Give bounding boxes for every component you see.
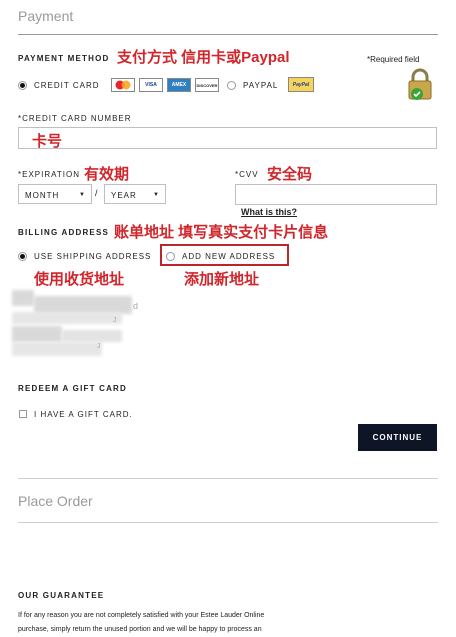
continue-button[interactable]: CONTINUE (358, 424, 437, 451)
cvv-input[interactable] (235, 184, 437, 205)
chevron-down-icon: ▼ (153, 192, 160, 198)
annotation-cvv: 安全码 (267, 166, 313, 183)
payment-method-label: PAYMENT METHOD (18, 54, 110, 63)
credit-card-radio-label: CREDIT CARD (34, 81, 100, 90)
card-number-input[interactable] (18, 127, 437, 149)
discover-logo: DISCOVER (195, 78, 219, 92)
billing-address-label: BILLING ADDRESS (18, 228, 110, 237)
cvv-label: *CVV (235, 170, 259, 179)
annotation-card-number: 卡号 (32, 133, 63, 150)
blurred-fragment: J (97, 343, 101, 350)
expiration-year-select[interactable]: YEAR ▼ (104, 184, 166, 204)
guarantee-title: OUR GUARANTEE (18, 591, 105, 600)
divider (18, 34, 438, 35)
blurred-fragment: J (113, 317, 117, 324)
gift-card-checkbox-label: I HAVE A GIFT CARD. (34, 410, 133, 419)
annotation-use-shipping: 使用收货地址 (34, 271, 125, 288)
annotation-expiration: 有效期 (84, 166, 130, 183)
paypal-radio-label: PAYPAL (243, 81, 279, 90)
gift-card-label: REDEEM A GIFT CARD (18, 384, 128, 393)
required-field-note: *Required field (367, 55, 420, 64)
mastercard-logo (111, 78, 135, 92)
cvv-help-link[interactable]: What is this? (241, 207, 297, 217)
use-shipping-address-radio[interactable] (18, 252, 27, 261)
place-order-section-title: Place Order (18, 493, 93, 509)
divider (18, 478, 438, 479)
gift-card-checkbox[interactable] (19, 410, 27, 418)
add-new-address-label: ADD NEW ADDRESS (182, 252, 276, 261)
guarantee-text-line-1: If for any reason you are not completely… (18, 612, 265, 619)
add-new-address-radio[interactable] (166, 252, 175, 261)
year-select-value: YEAR (111, 191, 137, 200)
chevron-down-icon: ▼ (79, 192, 86, 198)
visa-logo: VISA (139, 78, 163, 92)
divider (18, 522, 438, 523)
card-number-label: *CREDIT CARD NUMBER (18, 114, 132, 123)
blurred-fragment: d (133, 301, 139, 311)
payment-section-title: Payment (18, 8, 74, 24)
annotation-billing-address: 账单地址 填写真实支付卡片信息 (114, 224, 329, 241)
paypal-logo: PayPal (288, 77, 314, 92)
use-shipping-address-label: USE SHIPPING ADDRESS (34, 252, 152, 261)
secure-lock-icon (405, 67, 435, 101)
amex-logo: AMEX (167, 78, 191, 92)
month-select-value: MONTH (25, 191, 60, 200)
annotation-add-new-address: 添加新地址 (184, 271, 260, 288)
expiration-month-select[interactable]: MONTH ▼ (18, 184, 92, 204)
guarantee-text-line-2: purchase, simply return the unused porti… (18, 626, 262, 633)
paypal-radio[interactable] (227, 81, 236, 90)
expiration-label: *EXPIRATION (18, 170, 80, 179)
expiration-separator: / (95, 188, 98, 198)
annotation-payment-method: 支付方式 信用卡或Paypal (117, 49, 290, 66)
credit-card-radio[interactable] (18, 81, 27, 90)
